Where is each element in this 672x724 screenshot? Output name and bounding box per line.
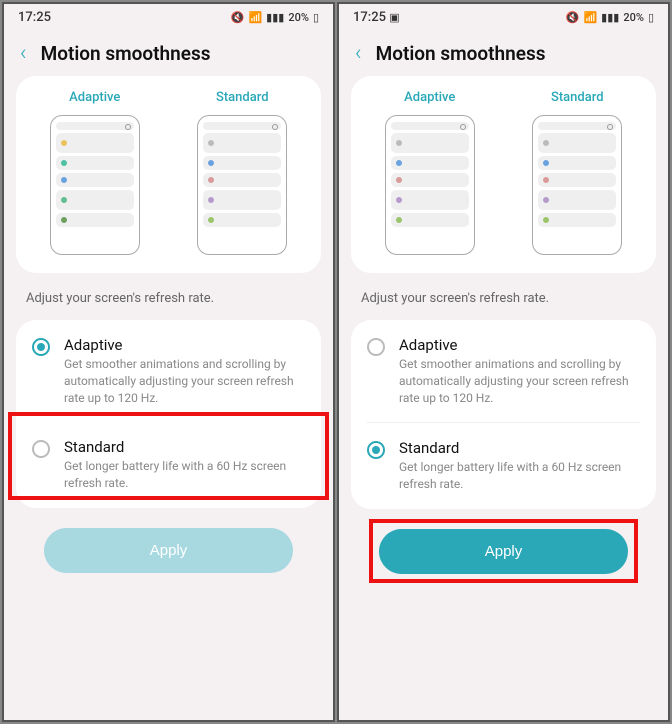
wifi-icon: 📶 — [583, 11, 597, 24]
battery-percent: 20% — [288, 11, 309, 24]
preview-card: Adaptive Standard — [351, 76, 656, 273]
battery-percent: 20% — [623, 11, 644, 24]
status-time: 17:25 ▣ — [353, 10, 400, 25]
mockup-search — [56, 122, 134, 130]
phone-mockup-adaptive — [385, 115, 475, 255]
page-title: Motion smoothness — [376, 42, 546, 65]
description-text: Adjust your screen's refresh rate. — [4, 287, 333, 320]
header: ‹ Motion smoothness — [339, 31, 668, 76]
battery-icon: ▯ — [648, 11, 654, 24]
apply-button[interactable]: Apply — [44, 528, 293, 573]
option-standard[interactable]: Standard Get longer battery life with a … — [16, 422, 321, 508]
radio-standard[interactable] — [32, 440, 50, 458]
back-icon[interactable]: ‹ — [355, 41, 362, 66]
option-standard-title: Standard — [64, 438, 305, 456]
apply-container: Apply — [339, 509, 668, 594]
mockup-bigrow — [56, 133, 134, 153]
option-adaptive-title: Adaptive — [399, 336, 640, 354]
preview-standard[interactable]: Standard — [174, 90, 312, 255]
option-standard[interactable]: Standard Get longer battery life with a … — [351, 423, 656, 509]
options-card: Adaptive Get smoother animations and scr… — [351, 320, 656, 509]
status-icons: 🔇 📶 ▮▮▮ 20% ▯ — [566, 11, 654, 24]
battery-icon: ▯ — [313, 11, 319, 24]
description-text: Adjust your screen's refresh rate. — [339, 287, 668, 320]
statusbar: 17:25 ▣ 🔇 📶 ▮▮▮ 20% ▯ — [339, 4, 668, 31]
preview-adaptive[interactable]: Adaptive — [26, 90, 164, 255]
preview-adaptive-label: Adaptive — [404, 90, 455, 105]
preview-standard-label: Standard — [216, 90, 269, 105]
header: ‹ Motion smoothness — [4, 31, 333, 76]
phone-mockup-adaptive — [50, 115, 140, 255]
option-adaptive[interactable]: Adaptive Get smoother animations and scr… — [351, 320, 656, 422]
preview-adaptive-label: Adaptive — [69, 90, 120, 105]
radio-adaptive[interactable] — [367, 338, 385, 356]
option-adaptive[interactable]: Adaptive Get smoother animations and scr… — [16, 320, 321, 422]
screen-left: 17:25 🔇 📶 ▮▮▮ 20% ▯ ‹ Motion smoothness … — [2, 2, 335, 722]
back-icon[interactable]: ‹ — [20, 41, 27, 66]
status-icons: 🔇 📶 ▮▮▮ 20% ▯ — [231, 11, 319, 24]
screenshot-icon: ▣ — [389, 11, 399, 24]
mute-icon: 🔇 — [231, 11, 245, 24]
option-standard-desc: Get longer battery life with a 60 Hz scr… — [64, 458, 305, 492]
option-standard-desc: Get longer battery life with a 60 Hz scr… — [399, 459, 640, 493]
option-adaptive-title: Adaptive — [64, 336, 305, 354]
page-title: Motion smoothness — [41, 42, 211, 65]
options-card: Adaptive Get smoother animations and scr… — [16, 320, 321, 508]
phone-mockup-standard — [197, 115, 287, 255]
radio-adaptive[interactable] — [32, 338, 50, 356]
radio-standard[interactable] — [367, 441, 385, 459]
option-standard-title: Standard — [399, 439, 640, 457]
preview-adaptive[interactable]: Adaptive — [361, 90, 499, 255]
signal-icon: ▮▮▮ — [601, 11, 619, 24]
statusbar: 17:25 🔇 📶 ▮▮▮ 20% ▯ — [4, 4, 333, 31]
apply-container: Apply — [4, 508, 333, 593]
screen-right: 17:25 ▣ 🔇 📶 ▮▮▮ 20% ▯ ‹ Motion smoothnes… — [337, 2, 670, 722]
preview-card: Adaptive Standard — [16, 76, 321, 273]
mute-icon: 🔇 — [566, 11, 580, 24]
option-adaptive-desc: Get smoother animations and scrolling by… — [399, 356, 640, 406]
status-time: 17:25 — [18, 10, 51, 25]
preview-standard-label: Standard — [551, 90, 604, 105]
option-adaptive-desc: Get smoother animations and scrolling by… — [64, 356, 305, 406]
signal-icon: ▮▮▮ — [266, 11, 284, 24]
wifi-icon: 📶 — [248, 11, 262, 24]
preview-standard[interactable]: Standard — [509, 90, 647, 255]
apply-button[interactable]: Apply — [379, 529, 628, 574]
phone-mockup-standard — [532, 115, 622, 255]
